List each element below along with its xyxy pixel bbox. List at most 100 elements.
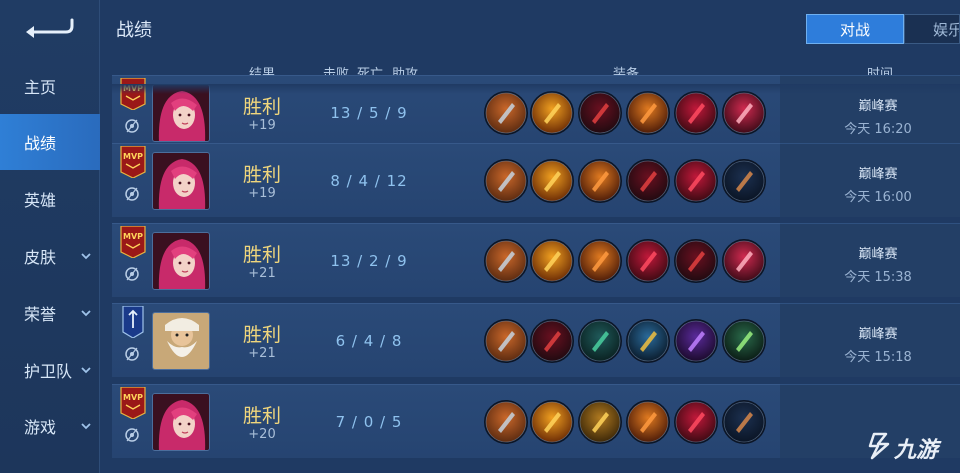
crimson-crossbow-icon[interactable] bbox=[722, 91, 766, 135]
replay-icon[interactable] bbox=[124, 186, 140, 202]
svg-text:MVP: MVP bbox=[123, 232, 143, 241]
sidebar-item-label: 战绩 bbox=[24, 134, 57, 153]
watermark-text: 九游 bbox=[894, 438, 939, 463]
crimson-armor-icon[interactable] bbox=[626, 239, 670, 283]
chevron-down-icon bbox=[81, 253, 91, 260]
green-boots-icon[interactable] bbox=[578, 319, 622, 363]
match-row[interactable]: MVP 胜利 +21 13 / 2 / 9 bbox=[112, 223, 780, 297]
sidebar-item-label: 主页 bbox=[24, 78, 57, 97]
dark-blade-icon[interactable] bbox=[674, 239, 718, 283]
list-top-fade bbox=[112, 84, 960, 94]
gauntlet-icon[interactable] bbox=[722, 159, 766, 203]
flame-sword-icon[interactable] bbox=[578, 159, 622, 203]
sidebar-item-label: 皮肤 bbox=[24, 248, 57, 267]
sidebar: 主页战绩英雄皮肤荣誉护卫队游戏 bbox=[0, 0, 100, 473]
sidebar-item-label: 护卫队 bbox=[24, 362, 73, 381]
game-mode: 巅峰赛 bbox=[858, 99, 898, 114]
match-time-cell: 巅峰赛今天 15:18 bbox=[780, 303, 960, 377]
match-time-cell: 巅峰赛今天 16:00 bbox=[780, 143, 960, 217]
match-result: 胜利 bbox=[242, 164, 281, 186]
flame-dagger-icon[interactable] bbox=[530, 159, 574, 203]
match-row[interactable]: MVP 胜利 +19 8 / 4 / 12 bbox=[112, 143, 780, 217]
rank-points: +19 bbox=[248, 118, 276, 133]
crimson-armor-icon[interactable] bbox=[674, 400, 718, 444]
mvp-badge-icon: MVP bbox=[120, 145, 146, 179]
chevron-down-icon bbox=[81, 367, 91, 374]
flame-sword-icon[interactable] bbox=[578, 239, 622, 283]
match-result: 胜利 bbox=[242, 405, 281, 427]
kda-stats: 6 / 4 / 8 bbox=[335, 332, 403, 350]
sidebar-item-label: 荣誉 bbox=[24, 305, 57, 324]
boots-icon[interactable] bbox=[484, 91, 528, 135]
crimson-armor-icon[interactable] bbox=[674, 91, 718, 135]
tab-battle[interactable]: 对战 bbox=[806, 14, 904, 44]
sidebar-item-1[interactable]: 战绩 bbox=[0, 114, 100, 170]
match-time-cell: 巅峰赛今天 15:38 bbox=[780, 223, 960, 297]
rank-points: +19 bbox=[248, 186, 276, 201]
match-result: 胜利 bbox=[242, 96, 281, 118]
sidebar-item-0[interactable]: 主页 bbox=[0, 58, 100, 114]
green-blade-icon[interactable] bbox=[722, 319, 766, 363]
match-result: 胜利 bbox=[242, 324, 281, 346]
sidebar-item-label: 游戏 bbox=[24, 418, 57, 437]
hero-portrait[interactable] bbox=[152, 312, 210, 370]
replay-icon[interactable] bbox=[124, 427, 140, 443]
dark-blade-icon[interactable] bbox=[530, 319, 574, 363]
match-time: 今天 15:38 bbox=[844, 270, 912, 285]
game-mode: 巅峰赛 bbox=[858, 247, 898, 262]
kda-stats: 13 / 2 / 9 bbox=[330, 252, 408, 270]
match-row[interactable]: 胜利 +21 6 / 4 / 8 bbox=[112, 303, 780, 377]
sidebar-item-4[interactable]: 荣誉 bbox=[0, 285, 100, 341]
sidebar-item-3[interactable]: 皮肤 bbox=[0, 228, 100, 284]
mvp-badge-icon: MVP bbox=[120, 77, 146, 111]
mvp-badge-icon: MVP bbox=[120, 386, 146, 420]
svg-text:MVP: MVP bbox=[123, 152, 143, 161]
flame-dagger-icon[interactable] bbox=[530, 91, 574, 135]
jiuyou-watermark-logo: 九游 bbox=[866, 428, 952, 463]
match-row[interactable]: MVP 胜利 +20 7 / 0 / 5 bbox=[112, 384, 780, 458]
dark-blade-icon[interactable] bbox=[626, 159, 670, 203]
boots-icon[interactable] bbox=[484, 239, 528, 283]
game-mode: 巅峰赛 bbox=[858, 167, 898, 182]
page-title: 战绩 bbox=[116, 20, 152, 41]
boots-icon[interactable] bbox=[484, 400, 528, 444]
chevron-down-icon bbox=[81, 310, 91, 317]
replay-icon[interactable] bbox=[124, 346, 140, 362]
replay-icon[interactable] bbox=[124, 118, 140, 134]
match-result: 胜利 bbox=[242, 244, 281, 266]
flame-sword-icon[interactable] bbox=[626, 400, 670, 444]
hero-portrait[interactable] bbox=[152, 393, 210, 451]
sidebar-item-2[interactable]: 英雄 bbox=[0, 171, 100, 227]
boots-icon[interactable] bbox=[484, 319, 528, 363]
golden-bow-icon[interactable] bbox=[578, 400, 622, 444]
chevron-down-icon bbox=[81, 423, 91, 430]
sidebar-item-5[interactable]: 护卫队 bbox=[0, 342, 100, 398]
sidebar-item-label: 英雄 bbox=[24, 191, 57, 210]
dark-blade-icon[interactable] bbox=[578, 91, 622, 135]
sidebar-item-6[interactable]: 游戏 bbox=[0, 398, 100, 454]
purple-axe-icon[interactable] bbox=[674, 319, 718, 363]
gold-shield-icon[interactable] bbox=[626, 319, 670, 363]
mvp-badge-icon: MVP bbox=[120, 225, 146, 259]
kda-stats: 8 / 4 / 12 bbox=[330, 172, 408, 190]
match-time: 今天 16:20 bbox=[844, 122, 912, 137]
back-arrow-icon[interactable] bbox=[22, 12, 74, 42]
kda-stats: 13 / 5 / 9 bbox=[330, 104, 408, 122]
boots-icon[interactable] bbox=[484, 159, 528, 203]
gauntlet-icon[interactable] bbox=[722, 400, 766, 444]
svg-text:MVP: MVP bbox=[123, 393, 143, 402]
tab-entertainment[interactable]: 娱乐 bbox=[904, 14, 960, 44]
game-mode: 巅峰赛 bbox=[858, 327, 898, 342]
kda-stats: 7 / 0 / 5 bbox=[335, 413, 403, 431]
flame-dagger-icon[interactable] bbox=[530, 239, 574, 283]
hero-portrait[interactable] bbox=[152, 152, 210, 210]
flame-sword-icon[interactable] bbox=[626, 91, 670, 135]
match-time: 今天 16:00 bbox=[844, 190, 912, 205]
match-time: 今天 15:18 bbox=[844, 350, 912, 365]
crimson-armor-icon[interactable] bbox=[674, 159, 718, 203]
hero-portrait[interactable] bbox=[152, 232, 210, 290]
replay-icon[interactable] bbox=[124, 266, 140, 282]
flame-dagger-icon[interactable] bbox=[530, 400, 574, 444]
tank-role-badge-icon bbox=[120, 305, 146, 339]
crimson-crossbow-icon[interactable] bbox=[722, 239, 766, 283]
